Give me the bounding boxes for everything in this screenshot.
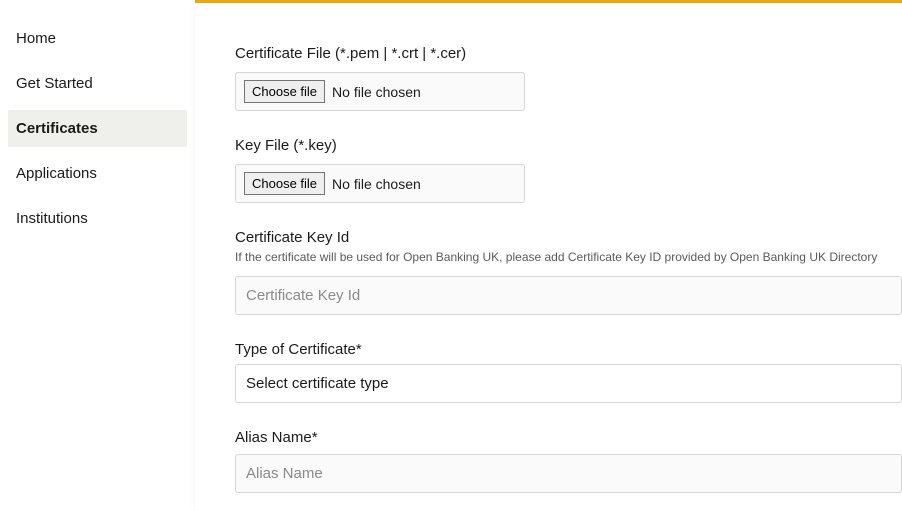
certificate-key-id-input[interactable] xyxy=(235,276,902,315)
certificate-file-status: No file chosen xyxy=(332,84,421,100)
alias-name-label: Alias Name* xyxy=(235,429,902,446)
key-file-status: No file chosen xyxy=(332,176,421,192)
key-file-input[interactable]: Choose file No file chosen xyxy=(235,164,525,203)
alias-name-group: Alias Name* xyxy=(235,429,902,493)
key-file-label: Key File (*.key) xyxy=(235,137,902,154)
sidebar-item-get-started[interactable]: Get Started xyxy=(8,65,187,102)
sidebar-item-home[interactable]: Home xyxy=(8,20,187,57)
main-content: Certificate File (*.pem | *.crt | *.cer)… xyxy=(195,0,902,511)
certificate-type-label: Type of Certificate* xyxy=(235,341,902,358)
key-file-group: Key File (*.key) Choose file No file cho… xyxy=(235,137,902,203)
choose-file-button[interactable]: Choose file xyxy=(244,80,325,103)
choose-file-button[interactable]: Choose file xyxy=(244,172,325,195)
sidebar: Home Get Started Certificates Applicatio… xyxy=(0,0,195,511)
sidebar-item-applications[interactable]: Applications xyxy=(8,155,187,192)
certificate-file-input[interactable]: Choose file No file chosen xyxy=(235,72,525,111)
certificate-file-label: Certificate File (*.pem | *.crt | *.cer) xyxy=(235,45,902,62)
alias-name-input[interactable] xyxy=(235,454,902,493)
sidebar-item-certificates[interactable]: Certificates xyxy=(8,110,187,147)
sidebar-item-institutions[interactable]: Institutions xyxy=(8,200,187,237)
certificate-type-select[interactable]: Select certificate type xyxy=(235,364,902,403)
certificate-key-id-hint: If the certificate will be used for Open… xyxy=(235,250,902,264)
certificate-type-selected: Select certificate type xyxy=(246,375,389,392)
certificate-key-id-group: Certificate Key Id If the certificate wi… xyxy=(235,229,902,315)
certificate-file-group: Certificate File (*.pem | *.crt | *.cer)… xyxy=(235,45,902,111)
certificate-type-group: Type of Certificate* Select certificate … xyxy=(235,341,902,403)
certificate-key-id-label: Certificate Key Id xyxy=(235,229,902,246)
